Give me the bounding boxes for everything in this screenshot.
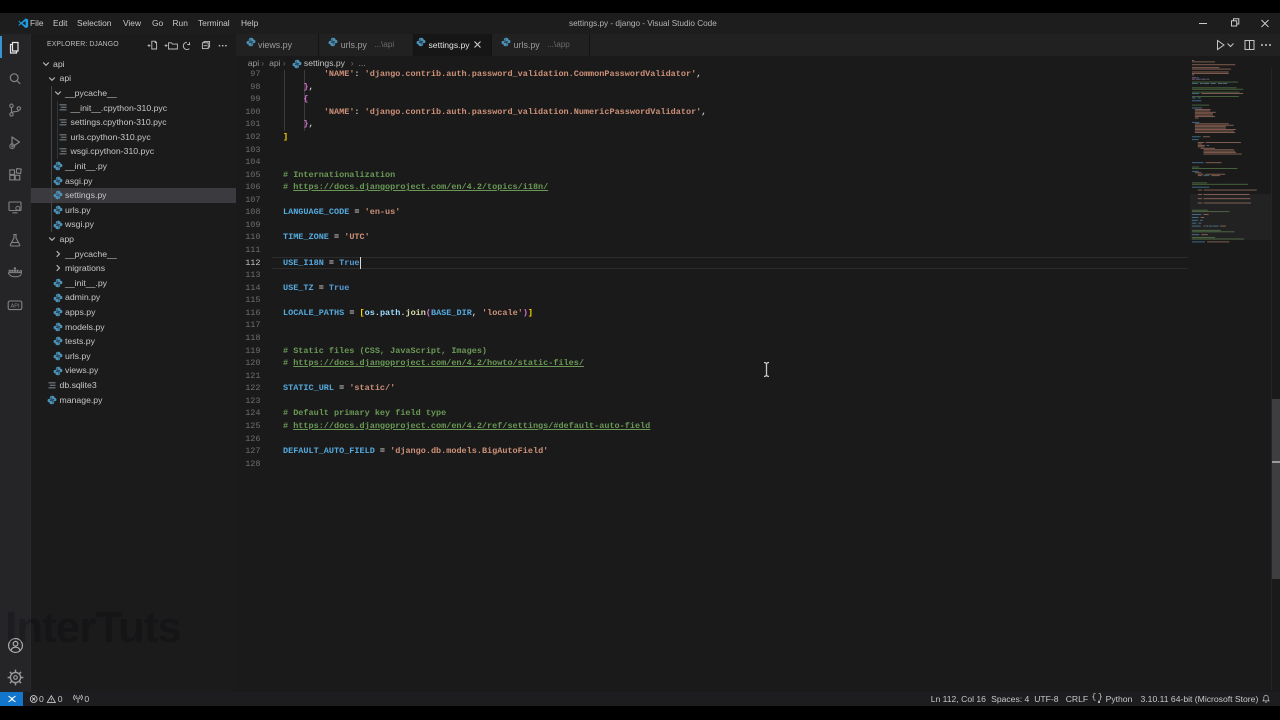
svg-text:API: API (11, 303, 20, 309)
